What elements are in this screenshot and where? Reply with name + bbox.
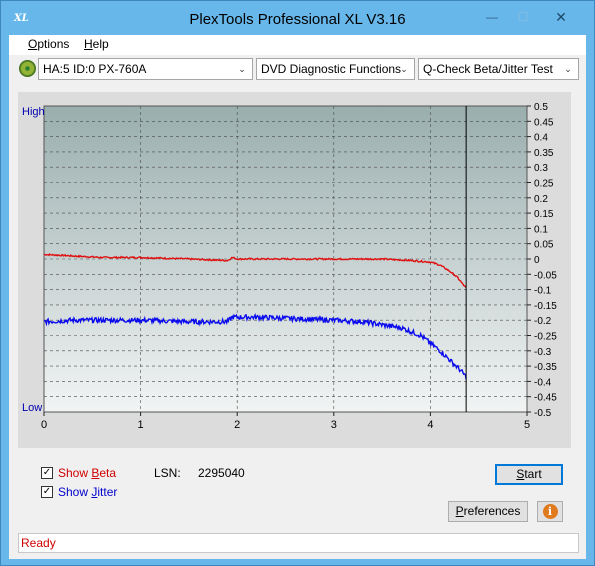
drive-select[interactable]: HA:5 ID:0 PX-760A ⌄ bbox=[38, 58, 253, 80]
y-tick-label: 0.3 bbox=[534, 163, 548, 174]
y-low-label: Low bbox=[22, 402, 42, 414]
info-button[interactable]: i bbox=[537, 501, 563, 522]
close-button[interactable]: ✕ bbox=[539, 8, 583, 28]
title-bar[interactable]: XL PlexTools Professional XL V3.16 — ☐ ✕ bbox=[1, 1, 594, 35]
toolbar: HA:5 ID:0 PX-760A ⌄ DVD Diagnostic Funct… bbox=[9, 55, 586, 83]
y-tick-label: 0 bbox=[534, 255, 540, 266]
x-tick-label: 2 bbox=[234, 419, 240, 431]
status-text: Ready bbox=[21, 536, 56, 550]
chevron-down-icon: ⌄ bbox=[400, 64, 408, 74]
test-select-value: Q-Check Beta/Jitter Test bbox=[423, 62, 553, 76]
preferences-button[interactable]: Preferences bbox=[448, 501, 528, 522]
drive-select-value: HA:5 ID:0 PX-760A bbox=[43, 62, 147, 76]
y-tick-label: 0.5 bbox=[534, 102, 548, 113]
y-tick-label: -0.2 bbox=[534, 316, 552, 327]
y-tick-label: 0.1 bbox=[534, 224, 548, 235]
chevron-down-icon: ⌄ bbox=[238, 64, 246, 74]
show-beta-checkbox[interactable]: ✓ bbox=[41, 467, 53, 479]
x-tick-label: 4 bbox=[427, 419, 433, 431]
drive-disc-icon bbox=[19, 60, 36, 77]
info-icon: i bbox=[542, 504, 558, 519]
y-high-label: High bbox=[22, 106, 45, 118]
menu-bar: Options Help bbox=[9, 35, 586, 55]
y-tick-label: 0.15 bbox=[534, 209, 554, 220]
function-select[interactable]: DVD Diagnostic Functions ⌄ bbox=[256, 58, 415, 80]
lsn-label: LSN: bbox=[154, 466, 181, 480]
controls-panel: ✓ Show Beta ✓ Show Jitter LSN: 2295040 S… bbox=[18, 459, 571, 529]
function-select-value: DVD Diagnostic Functions bbox=[261, 62, 402, 76]
start-button[interactable]: Start bbox=[495, 464, 563, 485]
lsn-value: 2295040 bbox=[198, 466, 245, 480]
y-tick-label: 0.45 bbox=[534, 117, 554, 128]
menu-options[interactable]: Options bbox=[28, 37, 69, 51]
y-tick-label: -0.35 bbox=[534, 362, 557, 373]
maximize-button[interactable]: ☐ bbox=[508, 8, 538, 28]
y-tick-label: 0.2 bbox=[534, 194, 548, 205]
chevron-down-icon: ⌄ bbox=[564, 64, 572, 74]
y-tick-label: -0.45 bbox=[534, 393, 557, 404]
graph-panel: 0.5 0.45 0.4 0.35 0.3 0.25 0.2 0.15 0.1 0.05 0 -0.0… bbox=[18, 92, 571, 448]
y-tick-label: 0.25 bbox=[534, 179, 554, 190]
y-tick-label: 0.05 bbox=[534, 240, 554, 251]
x-tick-label: 3 bbox=[331, 419, 337, 431]
status-bar: Ready bbox=[18, 533, 579, 553]
show-jitter-label[interactable]: Show Jitter bbox=[58, 485, 117, 499]
y-tick-label: -0.15 bbox=[534, 301, 557, 312]
y-tick-label: -0.1 bbox=[534, 286, 552, 297]
y-tick-label: -0.3 bbox=[534, 347, 552, 358]
test-select[interactable]: Q-Check Beta/Jitter Test ⌄ bbox=[418, 58, 579, 80]
y-tick-label: -0.05 bbox=[534, 270, 557, 281]
x-tick-label: 0 bbox=[41, 419, 47, 431]
y-tick-label: 0.35 bbox=[534, 148, 554, 159]
y-tick-label: -0.5 bbox=[534, 408, 552, 419]
client-area: Options Help HA:5 ID:0 PX-760A ⌄ DVD Dia… bbox=[9, 35, 586, 559]
minimize-button[interactable]: — bbox=[477, 8, 507, 28]
show-jitter-checkbox[interactable]: ✓ bbox=[41, 486, 53, 498]
y-tick-label: 0.4 bbox=[534, 133, 548, 144]
beta-jitter-chart: 0.5 0.45 0.4 0.35 0.3 0.25 0.2 0.15 0.1 0.05 0 -0.0… bbox=[22, 102, 557, 431]
x-tick-label: 1 bbox=[138, 419, 144, 431]
menu-help[interactable]: Help bbox=[84, 37, 109, 51]
y-tick-label: -0.4 bbox=[534, 377, 552, 388]
x-tick-label: 5 bbox=[524, 419, 530, 431]
app-window: XL PlexTools Professional XL V3.16 — ☐ ✕… bbox=[0, 0, 595, 566]
y-tick-label: -0.25 bbox=[534, 332, 557, 343]
show-beta-label[interactable]: Show Beta bbox=[58, 466, 116, 480]
